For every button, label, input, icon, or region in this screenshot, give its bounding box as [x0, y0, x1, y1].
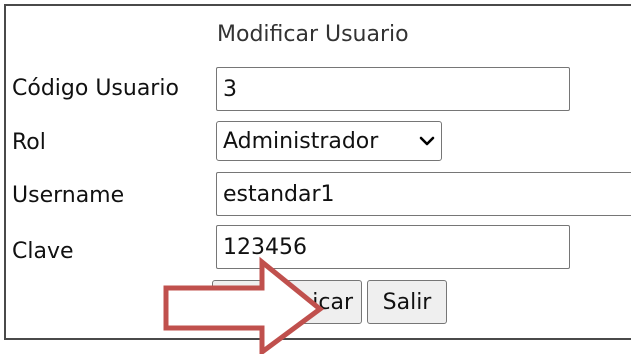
username-label: Username	[12, 183, 125, 208]
clave-label: Clave	[12, 239, 74, 264]
codigo-usuario-input[interactable]: 3	[216, 67, 570, 111]
form-title: Modificar Usuario	[217, 22, 409, 47]
modificar-button[interactable]: icar	[212, 280, 362, 324]
rol-label: Rol	[12, 130, 46, 155]
salir-button[interactable]: Salir	[367, 280, 447, 324]
salir-button-label: Salir	[382, 289, 432, 315]
rol-select[interactable]: Administrador	[216, 121, 442, 161]
codigo-usuario-label: Código Usuario	[12, 76, 179, 101]
clave-input[interactable]: 123456	[216, 225, 570, 269]
modificar-button-label: icar	[312, 289, 353, 315]
username-input[interactable]: estandar1	[216, 172, 631, 216]
chevron-down-icon	[419, 136, 435, 146]
rol-selected-value: Administrador	[223, 128, 379, 154]
